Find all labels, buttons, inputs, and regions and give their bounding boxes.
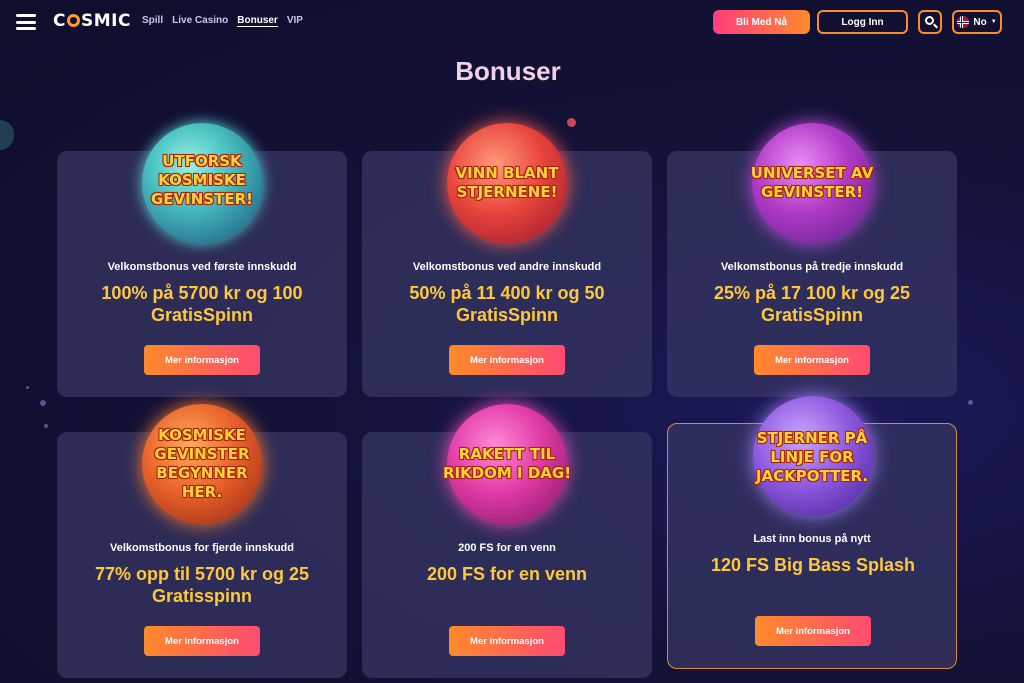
bonus-offer: 50% på 11 400 kr og 50 GratisSpinn <box>409 283 605 325</box>
more-info-button[interactable]: Mer informasjon <box>449 626 565 656</box>
more-info-button[interactable]: Mer informasjon <box>144 626 260 656</box>
join-button[interactable]: Bli Med Nå <box>713 10 810 34</box>
bonus-card: UTFORSK KOSMISKE GEVINSTER! Velkomstbonu… <box>57 123 347 397</box>
planet-text: UNIVERSET AV GEVINSTER! <box>750 164 874 201</box>
nav-live-casino[interactable]: Live Casino <box>172 15 228 27</box>
bonus-offer: 120 FS Big Bass Splash <box>710 555 916 575</box>
logo-text-smic: SMIC <box>80 11 131 31</box>
bonus-subtitle: Last inn bonus på nytt <box>753 533 871 545</box>
bonus-card: STJERNER PÅ LINJE FOR JACKPOTTER. Last i… <box>667 396 957 669</box>
bonus-subtitle: 200 FS for en venn <box>458 542 556 554</box>
planet-text: VINN BLANT STJERNENE! <box>455 164 559 201</box>
bonus-card: KOSMISKE GEVINSTER BEGYNNER HER. Velkoms… <box>57 404 347 678</box>
top-header: C SMIC Spill Live Casino Bonuser VIP Bli … <box>0 0 1024 44</box>
nav-bonuser[interactable]: Bonuser <box>237 15 278 27</box>
bonus-card: RAKETT TIL RIKDOM I DAG! 200 FS for en v… <box>362 404 652 678</box>
login-button[interactable]: Logg Inn <box>817 10 908 34</box>
bonus-subtitle: Velkomstbonus for fjerde innskudd <box>110 542 294 554</box>
more-info-button[interactable]: Mer informasjon <box>755 616 871 646</box>
bonus-offer: 200 FS for en venn <box>426 564 588 584</box>
planet-text: STJERNER PÅ LINJE FOR JACKPOTTER. <box>755 429 869 485</box>
more-info-button[interactable]: Mer informasjon <box>754 345 870 375</box>
norway-flag-icon <box>957 16 970 28</box>
bonus-subtitle: Velkomstbonus ved første innskudd <box>107 261 297 273</box>
planet-text: RAKETT TIL RIKDOM I DAG! <box>442 445 572 482</box>
bonus-card: VINN BLANT STJERNENE! Velkomstbonus ved … <box>362 123 652 397</box>
logo-text-c: C <box>53 11 66 31</box>
bonus-offer: 100% på 5700 kr og 100 GratisSpinn <box>101 283 303 325</box>
nav-vip[interactable]: VIP <box>287 15 303 27</box>
bonus-subtitle: Velkomstbonus på tredje innskudd <box>720 261 904 273</box>
search-button[interactable] <box>918 10 942 34</box>
bonus-offer: 77% opp til 5700 kr og 25 Gratisspinn <box>94 564 310 606</box>
bonus-subtitle: Velkomstbonus ved andre innskudd <box>412 261 602 273</box>
more-info-button[interactable]: Mer informasjon <box>449 345 565 375</box>
chevron-down-icon: ▼ <box>990 19 997 25</box>
planet-text: UTFORSK KOSMISKE GEVINSTER! <box>151 152 253 208</box>
language-selector[interactable]: No ▼ <box>952 10 1002 34</box>
bonus-offer: 25% på 17 100 kr og 25 GratisSpinn <box>713 283 911 325</box>
logo-planet-icon <box>66 14 80 27</box>
hamburger-menu-icon[interactable] <box>16 14 36 30</box>
more-info-button[interactable]: Mer informasjon <box>144 345 260 375</box>
page-title: Bonuser <box>455 56 561 86</box>
planet-text: KOSMISKE GEVINSTER BEGYNNER HER. <box>154 426 250 501</box>
cosmic-logo[interactable]: C SMIC <box>53 11 131 31</box>
bonus-card: UNIVERSET AV GEVINSTER! Velkomstbonus på… <box>667 123 957 397</box>
main-nav: Spill Live Casino Bonuser VIP <box>142 15 303 27</box>
language-label: No <box>973 16 987 28</box>
nav-spill[interactable]: Spill <box>142 15 163 27</box>
